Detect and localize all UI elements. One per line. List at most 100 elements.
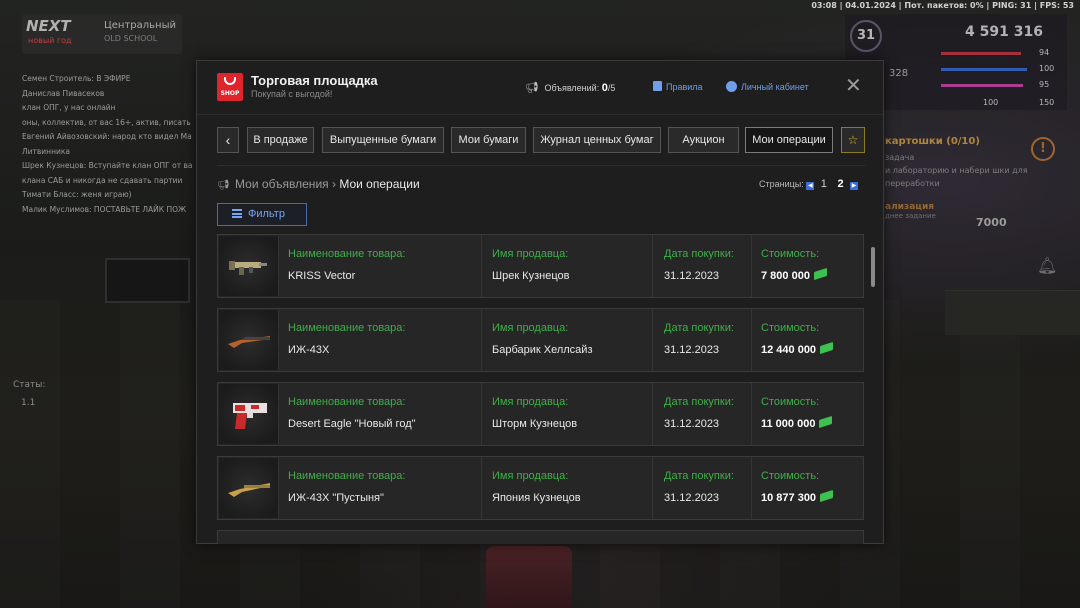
operation-row-partial[interactable]	[217, 530, 864, 544]
personal-cabinet-link[interactable]: Личный кабинет	[726, 81, 809, 92]
back-button[interactable]: ‹	[217, 127, 239, 153]
value-text-price: 11 000 000	[761, 418, 816, 430]
shop-logo-icon: SHOP	[217, 73, 243, 101]
cell-price: Стоимость: 10 877 300	[752, 457, 864, 519]
cell-seller: Имя продавца: Япония Кузнецов	[482, 457, 653, 519]
value-text-date: 31.12.2023	[664, 418, 720, 430]
tab-issued-securities[interactable]: Выпущенные бумаги	[322, 127, 444, 153]
value-name: ИЖ-43Х "Пустыня"	[288, 492, 384, 504]
cell-seller: Имя продавца: Шрек Кузнецов	[482, 235, 653, 297]
column-label-name: Наименование товара:	[288, 396, 406, 408]
cell-date: Дата покупки: 31.12.2023	[653, 235, 752, 297]
pagination: Страницы: ◀ 1 2 ▶	[759, 178, 859, 190]
column-label-seller: Имя продавца:	[492, 248, 569, 260]
column-label-seller: Имя продавца:	[492, 322, 569, 334]
value-text-price: 10 877 300	[761, 492, 817, 504]
cell-date: Дата покупки: 31.12.2023	[653, 383, 752, 445]
window-header: SHOP Торговая площадка Покупай с выгодой…	[197, 61, 883, 115]
sliders-icon	[232, 209, 242, 218]
value-date: 31.12.2023	[664, 344, 719, 356]
user-icon	[726, 81, 737, 92]
favorites-star-icon[interactable]: ☆	[841, 127, 865, 153]
operation-row[interactable]: Наименование товара: KRISS Vector Имя прод…	[217, 234, 864, 298]
column-label-seller: Имя продавца:	[492, 470, 569, 482]
value-text-name: ИЖ-43Х	[288, 344, 330, 356]
tab-auction[interactable]: Аукцион	[668, 127, 739, 153]
cell-date: Дата покупки: 31.12.2023	[653, 457, 752, 519]
breadcrumb-current: Мои операции	[339, 177, 420, 191]
value-text-seller: Япония Кузнецов	[492, 492, 581, 504]
cell-name: Наименование товара: ИЖ-43Х "Пустыня"	[279, 457, 482, 519]
money-icon	[819, 415, 833, 429]
column-label-name: Наименование товара:	[288, 248, 406, 260]
operation-row[interactable]: Наименование товара: ИЖ-43Х "Пустыня" Имя …	[217, 456, 864, 520]
pages-label: Страницы:	[759, 179, 804, 189]
cabinet-label: Личный кабинет	[741, 82, 809, 92]
tab-bar: ‹ В продаже Выпущенные бумаги Мои бумаги…	[217, 127, 867, 153]
shotgun-desert-icon	[219, 458, 279, 518]
megaphone-icon: 📢︎	[217, 180, 230, 191]
column-label-date: Дата покупки:	[664, 396, 734, 408]
operation-row[interactable]: Наименование товара: Desert Eagle "Новый …	[217, 382, 864, 446]
close-button[interactable]: ✕	[845, 73, 862, 97]
column-label-date: Дата покупки:	[664, 470, 734, 482]
ads-max: /5	[607, 83, 616, 93]
ads-label: Объявлений:	[544, 83, 600, 93]
ads-counter: 📢︎ Объявлений: 0/5	[525, 81, 615, 94]
page-number[interactable]: 1	[821, 178, 827, 190]
tab-securities-journal[interactable]: Журнал ценных бумаг	[533, 127, 661, 153]
value-date: 31.12.2023	[664, 418, 719, 430]
rules-link[interactable]: Правила	[653, 81, 703, 92]
filter-button[interactable]: Фильтр	[217, 203, 307, 226]
column-label-price: Стоимость:	[761, 322, 820, 334]
tab-my-securities[interactable]: Мои бумаги	[451, 127, 526, 153]
page-next-icon[interactable]: ▶	[850, 182, 859, 190]
cell-price: Стоимость: 7 800 000	[752, 235, 864, 297]
cell-price: Стоимость: 11 000 000	[752, 383, 864, 445]
value-date: 31.12.2023	[664, 492, 719, 504]
divider	[217, 165, 865, 166]
cell-price: Стоимость: 12 440 000	[752, 309, 864, 371]
value-text-price: 7 800 000	[761, 270, 810, 282]
value-text-seller: Шрек Кузнецов	[492, 270, 570, 282]
column-label-price: Стоимость:	[761, 248, 820, 260]
cell-name: Наименование товара: ИЖ-43Х	[279, 309, 482, 371]
value-text-name: KRISS Vector	[288, 270, 356, 282]
cell-name: Наименование товара: KRISS Vector	[279, 235, 482, 297]
value-text-date: 31.12.2023	[664, 270, 720, 282]
window-title: Торговая площадка	[251, 73, 378, 88]
scrollbar-thumb[interactable]	[871, 247, 875, 287]
column-label-price: Стоимость:	[761, 396, 820, 408]
shotgun-icon	[219, 310, 279, 370]
value-name: KRISS Vector	[288, 270, 355, 282]
column-label-seller: Имя продавца:	[492, 396, 569, 408]
value-text-price: 12 440 000	[761, 344, 817, 356]
shop-logo-text: SHOP	[220, 90, 240, 97]
rules-label: Правила	[666, 82, 703, 92]
marketplace-window: SHOP Торговая площадка Покупай с выгодой…	[196, 60, 884, 544]
page-number-current[interactable]: 2	[837, 178, 843, 190]
value-price: 7 800 000	[761, 267, 827, 282]
value-text-name: Desert Eagle "Новый год"	[288, 418, 416, 430]
value-name: Desert Eagle "Новый год"	[288, 418, 416, 430]
value-seller: Япония Кузнецов	[492, 492, 581, 504]
value-text-seller: Шторм Кузнецов	[492, 418, 578, 430]
tab-for-sale[interactable]: В продаже	[247, 127, 314, 153]
operation-row[interactable]: Наименование товара: ИЖ-43Х Имя продавца: Б…	[217, 308, 864, 372]
value-text-seller: Барбарик Хеллсайз	[492, 344, 593, 356]
tab-my-operations[interactable]: Мои операции	[745, 127, 833, 153]
cell-seller: Имя продавца: Шторм Кузнецов	[482, 383, 653, 445]
money-icon	[820, 341, 834, 355]
window-subtitle: Покупай с выгодой!	[251, 89, 333, 99]
value-text-name: ИЖ-43Х "Пустыня"	[288, 492, 384, 504]
breadcrumb-separator: ›	[331, 177, 336, 191]
cell-name: Наименование товара: Desert Eagle "Новый …	[279, 383, 482, 445]
cell-date: Дата покупки: 31.12.2023	[653, 309, 752, 371]
breadcrumb-parent[interactable]: Мои объявления	[235, 177, 329, 191]
column-label-date: Дата покупки:	[664, 248, 734, 260]
money-icon	[813, 267, 827, 281]
value-name: ИЖ-43Х	[288, 344, 329, 356]
value-seller: Барбарик Хеллсайз	[492, 344, 592, 356]
filter-label: Фильтр	[248, 208, 285, 220]
page-prev-icon[interactable]: ◀	[806, 182, 815, 190]
